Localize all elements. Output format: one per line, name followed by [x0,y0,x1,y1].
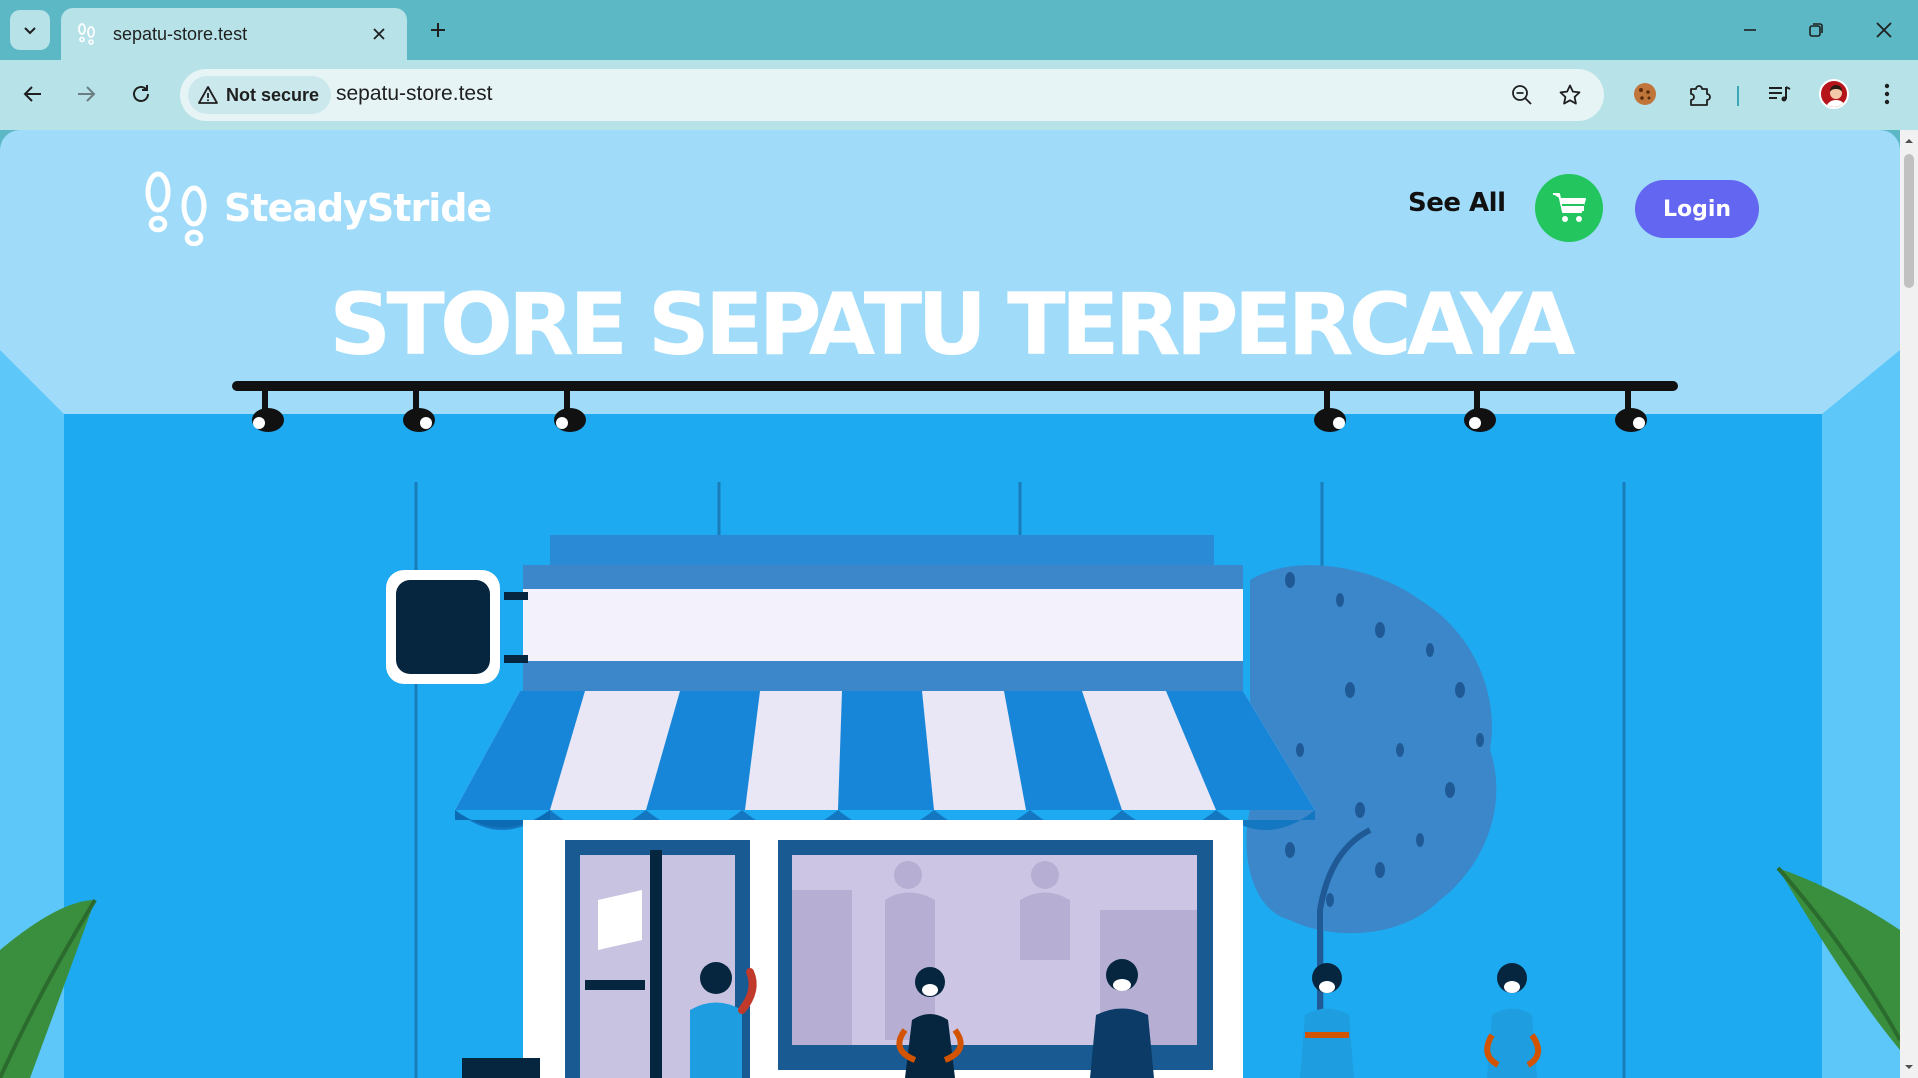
profile-button[interactable] [1814,74,1854,114]
forward-button[interactable] [66,74,106,114]
awning [455,691,1315,830]
chevron-down-icon [24,27,36,35]
browser-toolbar: Not secure sepatu-store.test [0,60,1918,130]
minimize-button[interactable] [1728,8,1772,52]
browser-menu-button[interactable] [1867,74,1907,114]
restore-icon [1809,23,1823,37]
back-button[interactable] [13,74,53,114]
scroll-down-arrow-icon[interactable] [1904,1062,1914,1072]
security-label: Not secure [226,84,320,105]
scroll-up-arrow-icon[interactable] [1904,136,1914,146]
reload-icon [133,85,149,102]
address-bar[interactable]: Not secure sepatu-store.test [180,69,1604,121]
tab-search-button[interactable] [10,10,50,50]
security-chip[interactable]: Not secure [188,76,332,114]
media-control-icon [1769,86,1791,102]
avatar [1819,79,1849,109]
minimize-icon [1744,29,1756,31]
footprints-logo-icon [145,171,207,246]
arrow-left-icon [23,86,41,102]
see-all-link[interactable]: See All [1408,188,1506,218]
hero-headline: STORE SEPATU TERPERCAYA [329,275,1575,375]
scrollbar-thumb[interactable] [1904,154,1914,288]
page-scrollbar[interactable] [1900,130,1918,1078]
plus-icon [431,23,445,37]
reload-button[interactable] [121,74,161,114]
tab-close-button[interactable] [365,20,393,48]
new-tab-button[interactable] [422,12,454,48]
cart-icon [1553,193,1586,222]
close-icon [1876,22,1892,38]
zoom-out-icon [1512,85,1532,105]
login-button[interactable]: Login [1635,180,1759,238]
toolbar-divider [1737,86,1739,106]
puzzle-icon [1690,85,1711,106]
web-page: SteadyStride See All Login STORE SEPATU … [0,130,1900,1078]
bookmark-button[interactable] [1554,79,1586,111]
browser-tab-active[interactable]: sepatu-store.test [61,8,407,60]
cookie-extension-button[interactable] [1625,74,1665,114]
warning-icon [198,86,218,104]
extensions-button[interactable] [1680,74,1720,114]
brand-name: SteadyStride [224,186,492,230]
close-window-button[interactable] [1862,8,1906,52]
cookie-icon [1634,83,1656,105]
browser-tabstrip: sepatu-store.test [0,0,1918,60]
brand-logo-link[interactable]: SteadyStride [142,170,492,246]
tab-title: sepatu-store.test [113,23,248,44]
zoom-button[interactable] [1506,79,1538,111]
cart-button[interactable] [1535,174,1603,242]
url-text[interactable]: sepatu-store.test [336,82,492,106]
star-icon [1559,84,1581,105]
restore-button[interactable] [1794,8,1838,52]
kebab-menu-icon [1884,83,1890,105]
arrow-right-icon [78,86,96,102]
store-illustration [0,130,1900,1078]
media-control-button[interactable] [1759,74,1799,114]
close-icon [373,28,385,40]
page-viewport: SteadyStride See All Login STORE SEPATU … [0,130,1918,1078]
footprints-favicon-icon [78,23,95,45]
